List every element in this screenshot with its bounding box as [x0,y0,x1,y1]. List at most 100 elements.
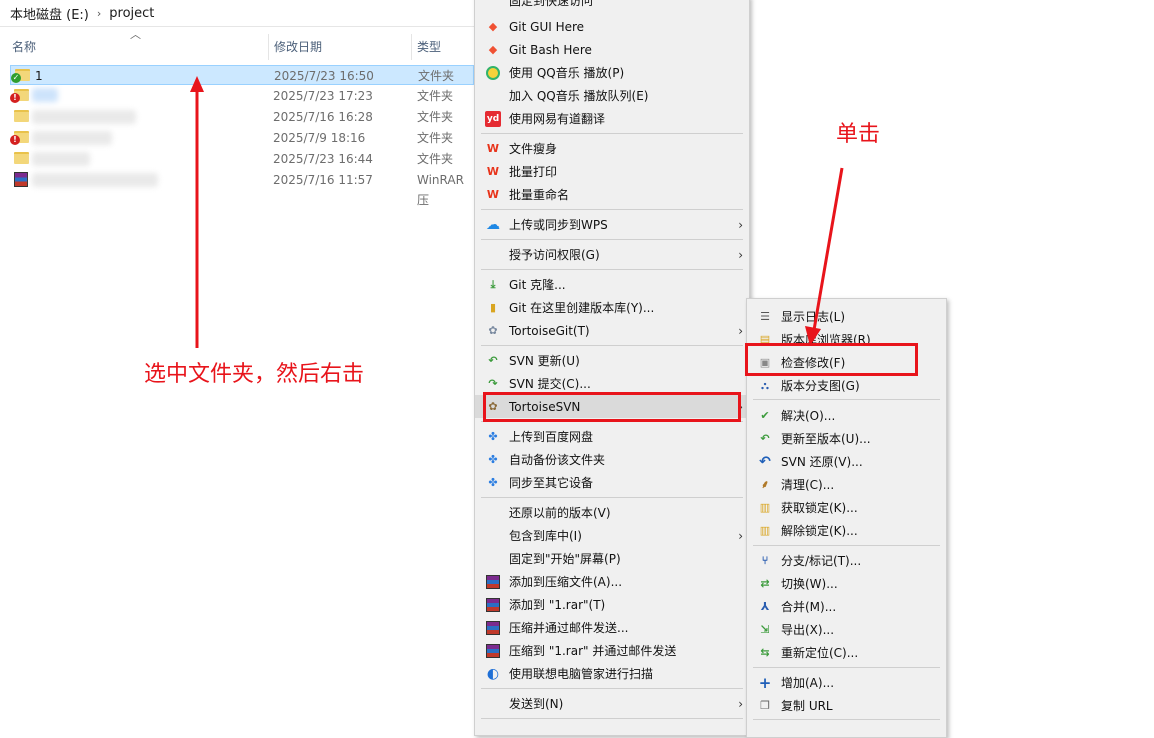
menu-item-baidu-upload[interactable]: ✤ 上传到百度网盘 [475,425,749,448]
menu-item-label: SVN 还原(V)... [781,455,863,469]
file-row-selected[interactable]: ✓ 1 2025/7/23 16:50 文件夹 [10,65,474,85]
menu-item-file-slim[interactable]: W 文件瘦身 [475,137,749,160]
menu-item-label: 上传到百度网盘 [509,430,594,444]
submenu-item-relocate[interactable]: ⇆ 重新定位(C)... [747,641,946,664]
menu-item-label: 导出(X)... [781,623,835,637]
submenu-item-export[interactable]: ⇲ 导出(X)... [747,618,946,641]
submenu-item-update-to-revision[interactable]: ↶ 更新至版本(U)... [747,427,946,450]
breadcrumb-divider [0,26,474,27]
menu-item-label: 合并(M)... [781,600,837,614]
submenu-item-merge[interactable]: ⅄ 合并(M)... [747,595,946,618]
menu-item-pin-quick-access[interactable]: 固定到快速访问 [475,0,749,12]
menu-item-restore-previous[interactable]: 还原以前的版本(V) [475,501,749,524]
file-type: 文件夹 [417,89,454,103]
breadcrumb-drive[interactable]: 本地磁盘 (E:) [10,4,89,23]
menu-item-label: 固定到"开始"屏幕(P) [509,552,621,566]
file-row[interactable]: ! 2025/7/23 17:23 文件夹 [10,86,474,106]
file-row[interactable]: 2025/7/16 11:57 WinRAR 压 [10,170,474,207]
menu-item-sync-device[interactable]: ✤ 同步至其它设备 [475,471,749,494]
menu-item-add-archive[interactable]: 添加到压缩文件(A)... [475,570,749,593]
submenu-item-branch-tag[interactable]: ⑂ 分支/标记(T)... [747,549,946,572]
menu-separator [481,718,743,719]
menu-separator [481,497,743,498]
menu-item-send-to[interactable]: 发送到(N) › [475,692,749,715]
column-header-type[interactable]: 类型 [413,34,473,58]
wps-icon: W [486,165,500,178]
lenovo-shield-icon: ◐ [486,665,500,682]
annotation-arrow-down [805,167,844,346]
menu-item-grant-access[interactable]: 授予访问权限(G) › [475,243,749,266]
folder-icon [14,152,29,164]
submenu-item-release-lock[interactable]: ▥ 解除锁定(K)... [747,519,946,542]
menu-item-label: 获取锁定(K)... [781,501,858,515]
menu-item-git-gui[interactable]: ◆ Git GUI Here [475,15,749,38]
file-row[interactable]: ! 2025/7/9 18:16 文件夹 [10,128,474,148]
menu-item-label: 同步至其它设备 [509,476,594,490]
menu-item-tortoisegit[interactable]: ✿ TortoiseGit(T) › [475,319,749,342]
menu-item-svn-update[interactable]: ↶ SVN 更新(U) [475,349,749,372]
submenu-item-resolve[interactable]: ✔ 解决(O)... [747,404,946,427]
submenu-item-get-lock[interactable]: ▥ 获取锁定(K)... [747,496,946,519]
submenu-arrow-icon: › [738,528,743,543]
menu-item-batch-rename[interactable]: W 批量重命名 [475,183,749,206]
menu-separator [753,667,940,668]
menu-item-lenovo-scan[interactable]: ◐ 使用联想电脑管家进行扫描 [475,662,749,685]
submenu-arrow-icon: › [738,247,743,262]
menu-item-qq-music-play[interactable]: 使用 QQ音乐 播放(P) [475,61,749,84]
menu-item-qq-music-queue[interactable]: 加入 QQ音乐 播放队列(E) [475,84,749,107]
menu-item-compress-1rar-email[interactable]: 压缩到 "1.rar" 并通过邮件发送 [475,639,749,662]
menu-item-label: 加入 QQ音乐 播放队列(E) [509,89,649,103]
menu-item-label: 还原以前的版本(V) [509,506,611,520]
submenu-item-switch[interactable]: ⇄ 切换(W)... [747,572,946,595]
menu-item-label: 解决(O)... [781,409,836,423]
submenu-arrow-icon: › [738,323,743,338]
plus-icon: + [758,673,772,692]
file-row[interactable]: 2025/7/23 16:44 文件夹 [10,149,474,169]
qq-music-icon [485,65,501,81]
column-divider[interactable] [411,34,412,60]
menu-item-label: 自动备份该文件夹 [509,453,606,467]
menu-item-git-clone[interactable]: ⤓ Git 克隆... [475,273,749,296]
switch-icon: ⇄ [760,577,770,590]
breadcrumb-chevron-icon[interactable]: › [97,7,101,20]
menu-item-compress-email[interactable]: 压缩并通过邮件发送... [475,616,749,639]
menu-item-include-library[interactable]: 包含到库中(I) › [475,524,749,547]
breadcrumb: 本地磁盘 (E:) › project [0,0,480,26]
svn-update-icon: ↶ [488,354,498,367]
column-header-name[interactable]: 名称 [8,34,268,58]
menu-item-label: 增加(A)... [781,676,835,690]
revert-icon: ↶ [759,453,771,470]
menu-item-auto-backup[interactable]: ✤ 自动备份该文件夹 [475,448,749,471]
redacted-name [32,131,112,145]
menu-separator [481,209,743,210]
file-type: 文件夹 [417,152,454,166]
column-divider[interactable] [268,34,269,60]
winrar-archive-icon [14,172,28,187]
svn-commit-icon: ↷ [488,377,498,390]
submenu-item-add[interactable]: + 增加(A)... [747,671,946,694]
menu-item-youdao-translate[interactable]: yd 使用网易有道翻译 [475,107,749,130]
menu-item-wps-sync[interactable]: ☁ 上传或同步到WPS › [475,213,749,236]
menu-item-pin-start[interactable]: 固定到"开始"屏幕(P) [475,547,749,570]
menu-item-label: 发送到(N) [509,697,564,711]
copy-icon: ❐ [760,699,770,712]
redacted-name [32,110,136,124]
breadcrumb-folder[interactable]: project [109,6,154,21]
column-header-date[interactable]: 修改日期 [270,34,410,58]
annotation-right-note: 单击 [836,122,881,147]
menu-item-label: 压缩到 "1.rar" 并通过邮件发送 [509,644,677,658]
menu-item-label: 清理(C)... [781,478,835,492]
file-row[interactable]: 2025/7/16 16:28 文件夹 [10,107,474,127]
menu-item-git-create-repo[interactable]: ▮ Git 在这里创建版本库(Y)... [475,296,749,319]
broom-icon: ⸙ [760,478,770,491]
submenu-item-copy-url[interactable]: ❐ 复制 URL [747,694,946,717]
menu-item-add-1rar[interactable]: 添加到 "1.rar"(T) [475,593,749,616]
file-date: 2025/7/16 16:28 [273,110,373,124]
menu-item-batch-print[interactable]: W 批量打印 [475,160,749,183]
submenu-item-revision-graph[interactable]: ⛬ 版本分支图(G) [747,374,946,397]
file-date: 2025/7/23 16:44 [273,152,373,166]
submenu-item-svn-revert[interactable]: ↶ SVN 还原(V)... [747,450,946,473]
submenu-item-cleanup[interactable]: ⸙ 清理(C)... [747,473,946,496]
winrar-icon [485,620,501,636]
menu-item-git-bash[interactable]: ◆ Git Bash Here [475,38,749,61]
